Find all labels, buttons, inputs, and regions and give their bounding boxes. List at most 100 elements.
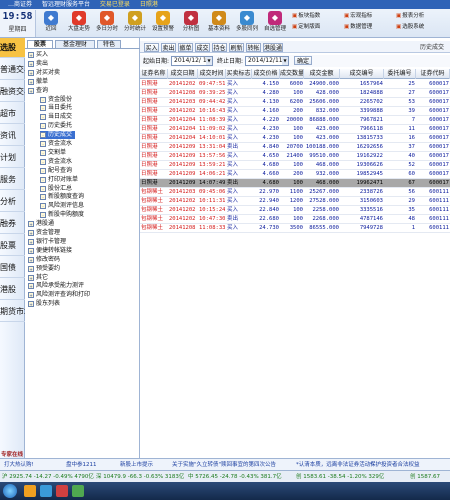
tree-item[interactable]: + 查询 (28, 87, 51, 95)
tree-item[interactable]: · 资金流水 (40, 140, 75, 148)
chevron-down-icon[interactable]: ▼ (282, 57, 288, 65)
chevron-down-icon[interactable]: ▼ (206, 57, 212, 65)
start-date-picker[interactable]: 2014/12/ 1 ▼ (171, 56, 213, 66)
tree-item[interactable]: + 其它 (28, 274, 51, 282)
table-row[interactable]: 包钢稀土 20141202 10:15:24 买入 22.840 100 2258.000 3… (140, 206, 450, 215)
nav-item[interactable]: 超市 (0, 104, 25, 124)
nav-item[interactable]: 选股 (0, 38, 25, 58)
tree-item[interactable]: + 银行卡管理 (28, 238, 69, 246)
right-tool-button[interactable]: ▣定制版面 (292, 23, 337, 31)
tree-item[interactable]: · 资金流水 (40, 158, 75, 166)
tree-item[interactable]: · 打印对账单 (40, 176, 81, 184)
tree-item[interactable]: + 预受要约 (28, 265, 63, 273)
ticker-item[interactable]: 关于实施"久立转债"赎回事宜的第四次公告 (172, 459, 276, 470)
tree-item[interactable]: + 股东列表 (28, 300, 63, 308)
toolbar-button[interactable]: ◆ 设置预警 (150, 10, 176, 37)
table-row[interactable]: 包钢稀土 20141202 10:11:31 买入 22.940 1200 27528.00… (140, 197, 450, 206)
tree-item[interactable]: · 新股申购额度 (40, 211, 87, 219)
func-button[interactable]: 刷新 (229, 43, 244, 52)
trade-login-status[interactable]: 交易已登录 (100, 1, 130, 8)
nav-item[interactable]: 融资交易 (0, 82, 25, 102)
tree-item[interactable]: · 股份汇总 (40, 185, 75, 193)
tree-item[interactable]: · 配号查询 (40, 167, 75, 175)
column-header[interactable]: 成交金额 (304, 69, 340, 79)
confirm-button[interactable]: 确定 (294, 56, 312, 65)
ticker-item[interactable]: 盘中参1211 (66, 459, 97, 470)
ticker-item[interactable]: 新股上市提示 (120, 459, 153, 470)
table-row[interactable]: 包钢稀土 20141208 11:08:33 买入 24.730 3500 86555.00… (140, 224, 450, 233)
right-tool-button[interactable]: ▣数据管理 (344, 23, 389, 31)
toolbar-button[interactable]: ◆ 大盘走势 (66, 10, 92, 37)
nav-item[interactable]: 港股 (0, 280, 25, 300)
tree-item[interactable]: · 当日成交 (40, 113, 75, 121)
nav-item[interactable]: 服务 (0, 170, 25, 190)
func-button[interactable]: 撤单 (178, 43, 193, 52)
toolbar-button[interactable]: ◆ 分析图 (178, 10, 204, 37)
tab-stock[interactable]: 股票 (27, 40, 53, 48)
toolbar-button[interactable]: ◆ 多股同列 (234, 10, 260, 37)
tree-item[interactable]: + 风险测评查询和打印 (28, 291, 93, 299)
nav-item[interactable]: 国债 (0, 258, 25, 278)
table-row[interactable]: 日照港 20141209 14:07:49 卖出 4.680 100 468.000 1996… (140, 179, 450, 188)
right-tool-button[interactable]: ▣报表分析 (396, 12, 441, 20)
nav-item[interactable]: 分析 (0, 192, 25, 212)
tree-item[interactable]: · 当日委托 (40, 104, 75, 112)
table-row[interactable]: 日照港 20141209 13:59:21 买入 4.680 100 468.000 1930… (140, 161, 450, 170)
func-button[interactable]: 成交 (195, 43, 210, 52)
tree-item[interactable]: · 风险测评信息 (40, 202, 87, 210)
nav-item[interactable]: 普通交易 (0, 60, 25, 80)
tree-item[interactable]: · 历史成交 (40, 131, 76, 140)
tree-item[interactable]: + 港股通 (28, 220, 57, 228)
table-row[interactable]: 包钢稀土 20141203 09:45:06 买入 22.970 1100 25267.00… (140, 188, 450, 197)
column-header[interactable]: 成交编号 (340, 69, 384, 79)
func-button[interactable]: 转帐 (246, 43, 261, 52)
toolbar-button[interactable]: ◆ 基本资料 (206, 10, 232, 37)
tree-item[interactable]: · 新股额度查询 (40, 193, 87, 201)
table-row[interactable]: 包钢稀土 20141202 10:47:30 卖出 22.680 100 2268.000 4… (140, 215, 450, 224)
right-tool-button[interactable]: ▣宏观指标 (344, 12, 389, 20)
tree-item[interactable]: + 修改密码 (28, 256, 63, 264)
toolbar-button[interactable]: ◆ 多日分时 (94, 10, 120, 37)
column-header[interactable]: 成交日期 (168, 69, 198, 79)
nav-item[interactable]: 股票 (0, 236, 25, 256)
ticker-item[interactable]: 保护投资者合法权益 (370, 459, 420, 470)
toolbar-button[interactable]: ◆ 近回 (38, 10, 64, 37)
column-header[interactable]: 成交时间 (198, 69, 226, 79)
table-row[interactable]: 日照港 20141209 13:31:04 卖出 4.840 20700 100188.00… (140, 143, 450, 152)
tree-item[interactable]: + 风险承受能力测评 (28, 282, 87, 290)
tree-item[interactable]: + 买入 (28, 51, 51, 59)
start-button[interactable] (3, 484, 17, 498)
app-icon[interactable] (40, 485, 52, 497)
tab-fund[interactable]: 基金理财 (55, 40, 95, 48)
column-header[interactable]: 买卖标志 (226, 69, 252, 79)
column-header[interactable]: 成交数量 (280, 69, 304, 79)
func-button[interactable]: 持仓 (212, 43, 227, 52)
tree-item[interactable]: + 资金管理 (28, 229, 63, 237)
func-button[interactable]: 卖出 (161, 43, 176, 52)
tree-item[interactable]: · 交割单 (40, 149, 69, 157)
tree-item[interactable]: + 卖出 (28, 60, 51, 68)
app-icon[interactable] (24, 485, 36, 497)
ticker-item[interactable]: *认清本质，远离非法证券活动*· (296, 459, 375, 470)
tree-item[interactable]: + 便捷转帐链接 (28, 247, 75, 255)
nav-item[interactable]: 期货市场 (0, 302, 25, 322)
index-quote[interactable]: 沪 2925.74 -14.27 -0.49% 4790亿 (2, 471, 94, 482)
column-header[interactable]: 委托编号 (384, 69, 416, 79)
table-row[interactable]: 日照港 20141209 14:06:21 买入 4.660 200 932.000 1985… (140, 170, 450, 179)
column-header[interactable]: 证券名称 (140, 69, 168, 79)
index-quote[interactable]: 创 1587.67 (410, 471, 440, 482)
expert-online-label[interactable]: 专家在线 (1, 449, 31, 461)
table-row[interactable]: 日照港 20141204 11:08:39 买入 4.220 20000 86888.000… (140, 116, 450, 125)
index-quote[interactable]: 中 5726.45 -24.78 -0.43% 381.7亿 (188, 471, 282, 482)
end-date-picker[interactable]: 2014/12/11 ▼ (245, 56, 289, 66)
tree-item[interactable]: · 资金股份 (40, 96, 75, 104)
table-row[interactable]: 日照港 20141202 09:47:51 买入 4.150 6000 24900.000 1… (140, 80, 450, 89)
index-quote[interactable]: 深 10479.9 -66.3 -0.63% 3183亿 (96, 471, 184, 482)
nav-item[interactable]: 计划 (0, 148, 25, 168)
table-row[interactable]: 日照港 20141204 11:09:02 买入 4.230 100 423.000 7966… (140, 125, 450, 134)
right-tool-button[interactable]: ▣板块指数 (292, 12, 337, 20)
toolbar-button[interactable]: ◆ 分时统计 (122, 10, 148, 37)
table-row[interactable]: 日照港 20141208 09:39:25 买入 4.280 100 428.000 1824… (140, 89, 450, 98)
tree-item[interactable]: + 对买对卖 (28, 69, 63, 77)
tree-item[interactable]: + 撤单 (28, 78, 51, 86)
